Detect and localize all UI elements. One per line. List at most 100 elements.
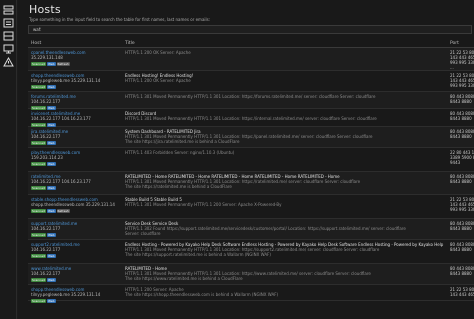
tag-badge[interactable]: Scanned [31,62,46,66]
port-cell: 80 443 8080 8443 8880 [450,129,474,139]
tag-group: Scanned Web [31,298,123,303]
response-header-text: The site https://support.ratelimited.me … [125,252,271,257]
monitor-icon[interactable] [3,44,14,54]
table-row[interactable]: www.ratelimited.me 104.16.22.177 Scanned We… [28,264,474,285]
host-ip: 159.203.114.23 [31,155,63,160]
host-ip: 104.16.22.177 104.16.23.177 [31,179,91,184]
table-row[interactable]: jira.ratelimited.me 104.16.22.177 Scanned W… [28,127,474,148]
header-port[interactable]: Port [450,41,459,46]
table-row[interactable]: support.ratelimited.me 104.16.22.177 Scann… [28,219,474,240]
inbox-icon[interactable] [3,31,14,41]
tag-badge[interactable]: Scanned [31,254,46,258]
table-body: cpanel.theendlessweb.com 35.229.131.148 Sc… [28,48,474,303]
table-row[interactable]: play.theendlessweb.com 159.203.114.23 Scan… [28,148,474,172]
port-cell: 22 80 443 14333389 5900 80809443 [450,150,474,165]
host-ip: tilnyy.pegleweb.me 35.229.131.14 [31,292,101,297]
port-list: 8443 8880 [450,247,472,252]
response-header-text: HTTP/1.1 301 Moved Permanently HTTP/1.1 … [125,94,376,99]
tag-badge[interactable]: Scanned [31,233,46,237]
tag-badge[interactable]: Web [46,62,56,66]
port-list: 993 995 3306 [450,83,474,88]
host-cell: ratelimited.me 104.16.22.177 104.16.23.17… [31,174,123,190]
table-row[interactable]: shopp.theendlessweb.com tilnyy.pegleweb.m… [28,71,474,92]
tag-badge[interactable]: Scanned [31,299,46,303]
table-row[interactable]: cpanel.theendlessweb.com 35.229.131.148 Sc… [28,48,474,71]
host-ip: 104.16.22.177 [31,247,61,252]
host-cell: support.ratelimited.me 104.16.22.177 Scann… [31,221,123,237]
tag-group: Scanned Web [31,277,123,282]
tag-badge[interactable]: Web [46,186,56,190]
host-ip: 35.229.131.148 [31,55,63,60]
title-cell: HTTP/1.1 200 Server: Apache The site http… [125,287,445,297]
server-icon[interactable] [3,5,14,15]
port-cell: 80 443 8080 8443 8880 [450,174,474,184]
tag-badge[interactable]: Web [46,141,56,145]
port-cell: 80 443 8080 8443 8880 [450,242,474,252]
response-header-text: The site https://www.ratelimited.me is b… [125,276,243,281]
tag-group: Scanned Web [31,84,123,89]
tag-badge[interactable]: Web [46,254,56,258]
port-list: 8443 8880 [450,99,472,104]
tag-badge[interactable]: Scanned [31,209,46,213]
tag-badge[interactable]: Web [46,299,56,303]
title-cell: Endless Hosting! Endless Hosting! HTTP/1.… [125,73,445,83]
tag-group: Scanned Web [31,232,123,237]
tag-badge[interactable]: Scanned [31,141,46,145]
tag-group: Scanned Web Refresh [31,208,123,213]
port-list: 993 995 3306 [450,207,474,212]
tag-group: Scanned Web [31,161,123,166]
table-row[interactable]: shopp.theendlessweb.com tilnyy.pegleweb.m… [28,285,474,303]
response-header-text: HTTP/1.1 200 OK Server: Apache [125,50,191,55]
tag-badge[interactable]: Refresh [56,209,70,213]
tag-badge[interactable]: Web [46,278,56,282]
host-cell: stable.shopp.theendlessweb.com shopp.thee… [31,197,123,213]
port-cell: 80 443 8080 8443 8880 [450,221,474,231]
title-cell: Discord Discord HTTP/1.1 301 Moved Perman… [125,111,445,121]
search-input[interactable] [28,25,472,34]
tag-badge[interactable]: Scanned [31,186,46,190]
host-cell: forums.ratelimited.me 104.16.22.177 Scanne… [31,94,123,110]
tag-badge[interactable]: Refresh [56,62,70,66]
table-row[interactable]: stable.shopp.theendlessweb.com shopp.thee… [28,195,474,219]
header-title[interactable]: Title [125,41,135,46]
list-icon[interactable] [3,18,14,28]
table-row[interactable]: forums.ratelimited.me 104.16.22.177 Scanne… [28,92,474,110]
port-list: 143 443 465 587 [450,292,474,297]
tag-badge[interactable]: Scanned [31,162,46,166]
host-cell: support2.ratelimited.me 104.16.22.177 Scan… [31,242,123,258]
host-ip: 104.16.22.177 [31,134,61,139]
response-header-text: HTTP/1.1 301 Moved Permanently HTTP/1.1 … [125,202,282,207]
host-cell: www.ratelimited.me 104.16.22.177 Scanned We… [31,266,123,282]
host-cell: cpanel.theendlessweb.com 35.229.131.148 Sc… [31,50,123,66]
title-cell: HTTP/1.1 200 OK Server: Apache [125,50,445,55]
title-cell: RATELIMITED - Home HTTP/1.1 301 Moved Per… [125,266,445,281]
host-ip: tilnyy.pegleweb.me 35.229.131.14 [31,78,101,83]
tag-badge[interactable]: Web [46,162,56,166]
table-header: Host Title Port [28,38,474,48]
tag-group: Scanned Web [31,140,123,145]
table-row[interactable]: invicenet.ratelimited.me 104.16.22.177 10… [28,109,474,127]
host-ip: 104.16.22.177 104.16.23.177 [31,116,91,121]
tag-badge[interactable]: Scanned [31,85,46,89]
port-cell: 21 22 53 80 110143 443 465 587 [450,287,474,297]
table-row[interactable]: support2.ratelimited.me 104.16.22.177 Scan… [28,240,474,264]
tag-badge[interactable]: Web [46,85,56,89]
host-ip: 104.16.22.177 [31,271,61,276]
tag-badge[interactable]: Scanned [31,278,46,282]
port-cell: 21 22 53 80 110143 443 465 587993 995 33… [450,50,474,70]
title-cell: HTTP/1.1 403 Forbidden Server: nginx/1.1… [125,150,445,155]
table-row[interactable]: ratelimited.me 104.16.22.177 104.16.23.17… [28,172,474,195]
tag-badge[interactable]: Web [46,209,56,213]
title-cell: Service Desk Service Desk HTTP/1.1 302 Fo… [125,221,445,236]
host-ip: shopp.theendlessweb.com 35.229.131.14 [31,202,115,207]
title-cell: RATELIMITED - Home RATELIMITED - Home RA… [125,174,445,189]
tag-group: Scanned Web Refresh [31,61,123,66]
warning-icon[interactable] [3,57,14,67]
port-list: 8443 8880 [450,226,472,231]
port-list: ... [450,65,454,70]
host-cell: play.theendlessweb.com 159.203.114.23 Scan… [31,150,123,166]
response-header-text: HTTP/1.1 301 Moved Permanently HTTP/1.1 … [125,116,377,121]
tag-badge[interactable]: Web [46,233,56,237]
host-cell: jira.ratelimited.me 104.16.22.177 Scanned W… [31,129,123,145]
header-host[interactable]: Host [31,41,41,46]
